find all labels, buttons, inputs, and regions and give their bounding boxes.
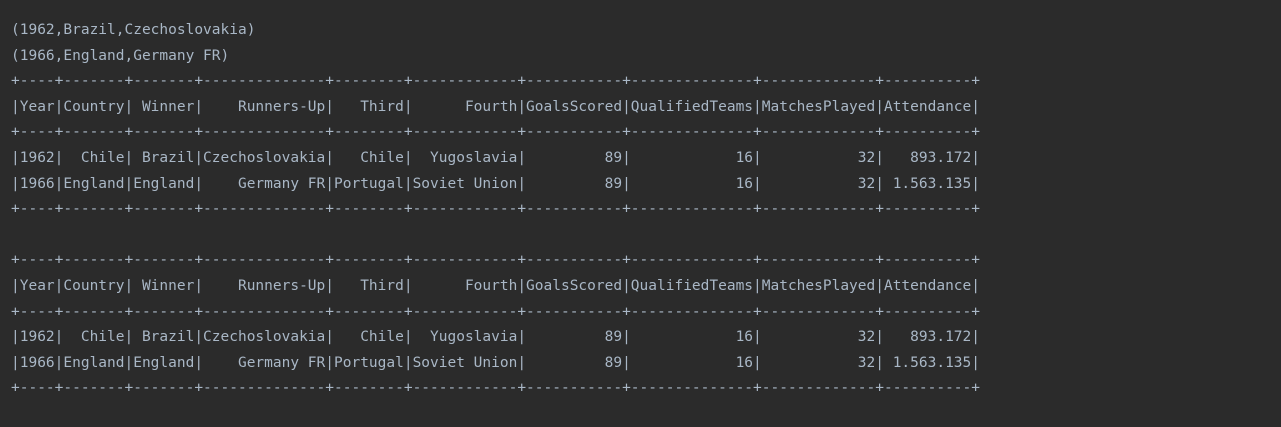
table-border: +----+-------+-------+--------------+---… [11, 303, 981, 320]
table-border: +----+-------+-------+--------------+---… [11, 380, 981, 397]
table-header-row: |Year|Country| Winner| Runners-Up| Third… [11, 277, 981, 294]
table-row: |1962| Chile| Brazil|Czechoslovakia| Chi… [11, 149, 981, 166]
table-border: +----+-------+-------+--------------+---… [11, 124, 981, 141]
table-row: |1966|England|England| Germany FR|Portug… [11, 175, 981, 192]
table-border: +----+-------+-------+--------------+---… [11, 252, 981, 269]
table-header-row: |Year|Country| Winner| Runners-Up| Third… [11, 98, 981, 115]
table-row: |1962| Chile| Brazil|Czechoslovakia| Chi… [11, 329, 981, 346]
table-border: +----+-------+-------+--------------+---… [11, 201, 981, 218]
table-border: +----+-------+-------+--------------+---… [11, 73, 981, 90]
tuple-line: (1966,England,Germany FR) [11, 47, 230, 64]
table-row: |1966|England|England| Germany FR|Portug… [11, 354, 981, 371]
tuple-line: (1962,Brazil,Czechoslovakia) [11, 22, 256, 38]
console-output: (1962,Brazil,Czechoslovakia) (1966,Engla… [0, 0, 1281, 427]
